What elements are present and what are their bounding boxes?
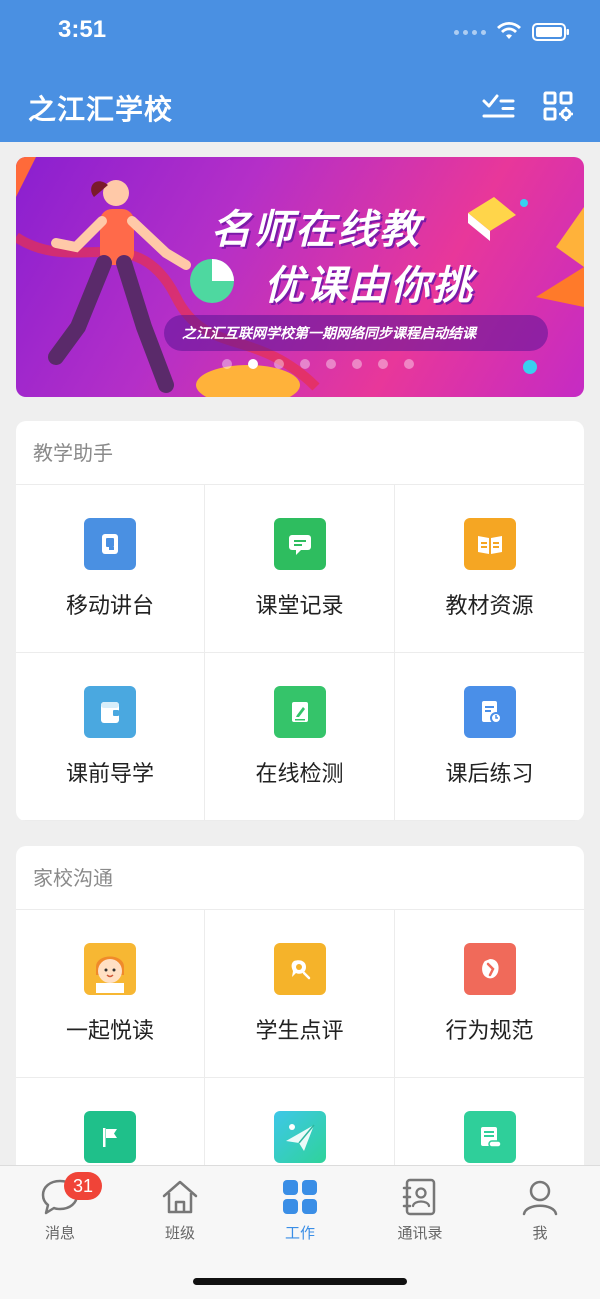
tool-label: 在线检测 <box>255 762 344 787</box>
reading-together-icon <box>84 943 136 995</box>
status-bar: 3:51 <box>0 0 600 70</box>
checklist-icon <box>482 94 515 118</box>
textbook-resource-icon <box>463 518 516 570</box>
tab-messages[interactable]: 31 消息 <box>20 1172 102 1243</box>
tool-pre-class-guide[interactable]: 课前导学 <box>16 653 205 821</box>
tab-label: 我 <box>532 1224 548 1242</box>
carousel-dot[interactable] <box>222 359 232 369</box>
apps-settings-button[interactable] <box>538 86 578 126</box>
nav-bar: 之江汇学校 <box>0 70 600 142</box>
tool-label: 课堂记录 <box>255 594 344 619</box>
tab-work[interactable]: 工作 <box>260 1176 340 1243</box>
tool-label: 课后练习 <box>445 762 534 787</box>
person-icon <box>522 1180 558 1216</box>
carousel-indicator[interactable] <box>222 359 414 369</box>
tab-contacts[interactable]: 通讯录 <box>380 1176 460 1243</box>
tool-label: 一起悦读 <box>65 1019 154 1044</box>
document-icon <box>463 1111 516 1163</box>
promo-banner[interactable]: 名师在线教 优课由你挑 之江汇互联网学校第一期网络同步课程启动结课 <box>16 157 584 397</box>
tab-label: 班级 <box>164 1224 195 1242</box>
tool-homework-practice[interactable]: 课后练习 <box>395 653 584 821</box>
tool-label: 学生点评 <box>255 1019 344 1044</box>
pre-class-guide-icon <box>84 686 136 738</box>
battery-icon <box>532 23 569 41</box>
tab-class[interactable]: 班级 <box>140 1176 220 1243</box>
mobile-podium-icon <box>84 518 136 570</box>
contacts-book-icon <box>402 1178 436 1216</box>
tool-label: 教材资源 <box>445 594 534 619</box>
pie-illustration <box>190 259 234 303</box>
student-review-icon <box>273 943 326 995</box>
flag-icon <box>84 1111 136 1163</box>
checklist-button[interactable] <box>478 86 518 126</box>
teaching-tools-grid: 移动讲台 课堂记录 教材资源 课前导学 在线检测 课后练习 <box>16 485 584 821</box>
tab-me[interactable]: 我 <box>500 1176 580 1243</box>
carousel-dot-active[interactable] <box>248 359 258 369</box>
apps-grid-icon <box>283 1180 317 1214</box>
paper-plane-icon <box>273 1111 326 1163</box>
page-title: 之江汇学校 <box>28 93 174 126</box>
tab-label: 工作 <box>284 1224 315 1242</box>
banner-headline-2: 优课由你挑 <box>264 263 474 309</box>
behavior-standard-icon <box>463 943 516 995</box>
tool-label: 行为规范 <box>445 1019 534 1044</box>
tool-behavior-standard[interactable]: 行为规范 <box>395 910 584 1078</box>
tool-student-review[interactable]: 学生点评 <box>205 910 395 1078</box>
status-time: 3:51 <box>58 16 107 43</box>
classroom-record-icon <box>273 518 326 570</box>
grid-settings-icon <box>543 91 573 121</box>
tool-reading-together[interactable]: 一起悦读 <box>16 910 205 1078</box>
carousel-dot[interactable] <box>404 359 414 369</box>
tool-mobile-podium[interactable]: 移动讲台 <box>16 485 205 653</box>
section-title: 家校沟通 <box>16 846 584 910</box>
tool-online-test[interactable]: 在线检测 <box>205 653 395 821</box>
tool-label: 课前导学 <box>65 762 154 787</box>
tool-textbook-resource[interactable]: 教材资源 <box>395 485 584 653</box>
tool-label: 移动讲台 <box>65 594 154 619</box>
home-school-grid: 一起悦读 学生点评 行为规范 <box>16 910 584 1186</box>
carousel-dot[interactable] <box>378 359 388 369</box>
carousel-dot[interactable] <box>300 359 310 369</box>
teaching-assistant-card: 教学助手 移动讲台 课堂记录 教材资源 课前导学 在线检测 课后练习 <box>16 421 584 821</box>
carousel-dot[interactable] <box>352 359 362 369</box>
home-indicator[interactable] <box>193 1278 407 1285</box>
carousel-dot[interactable] <box>326 359 336 369</box>
banner-headline-1: 名师在线教 <box>211 207 421 253</box>
book-illustration <box>468 197 516 241</box>
signal-dots-icon <box>454 29 486 35</box>
home-school-card: 家校沟通 一起悦读 学生点评 行为规范 <box>16 846 584 1186</box>
tab-label: 通讯录 <box>397 1224 443 1242</box>
status-icons <box>454 22 570 42</box>
message-badge: 31 <box>64 1172 102 1200</box>
online-test-icon <box>273 686 326 738</box>
banner-subtitle: 之江汇互联网学校第一期网络同步课程启动结课 <box>182 326 476 342</box>
tool-classroom-record[interactable]: 课堂记录 <box>205 485 395 653</box>
section-title: 教学助手 <box>16 421 584 485</box>
carousel-dot[interactable] <box>274 359 284 369</box>
home-icon <box>162 1180 198 1214</box>
wifi-icon <box>497 22 521 39</box>
homework-practice-icon <box>463 686 516 738</box>
tab-label: 消息 <box>44 1224 75 1242</box>
